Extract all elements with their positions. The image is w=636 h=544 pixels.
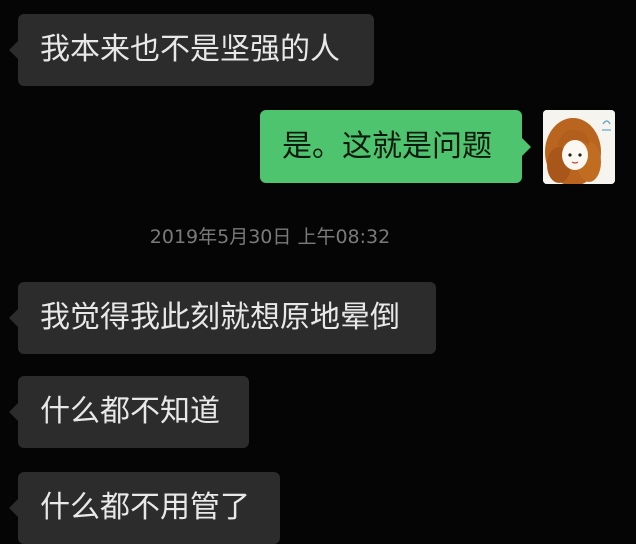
message-bubble-incoming[interactable]: 什么都不用管了 xyxy=(9,472,280,544)
message-text: 是。这就是问题 xyxy=(282,128,492,164)
message-text: 什么都不知道 xyxy=(40,394,220,429)
message-timestamp: 2019年5月30日 上午08:32 xyxy=(149,226,391,248)
user-avatar[interactable] xyxy=(543,110,615,184)
message-bubble-incoming[interactable]: 我本来也不是坚强的人 xyxy=(9,14,374,86)
message-bubble-incoming[interactable]: 我觉得我此刻就想原地晕倒 xyxy=(9,282,436,354)
avatar-girl-curly-hair-icon xyxy=(543,110,615,184)
message-text: 我本来也不是坚强的人 xyxy=(40,32,340,67)
message-bubble-incoming[interactable]: 什么都不知道 xyxy=(9,376,249,448)
chat-conversation: 我本来也不是坚强的人 是。这就是问题 2019年5月30日 上午08:32 我觉… xyxy=(0,0,636,544)
message-text: 我觉得我此刻就想原地晕倒 xyxy=(40,300,400,335)
message-bubble-outgoing[interactable]: 是。这就是问题 xyxy=(260,110,531,183)
message-text: 什么都不用管了 xyxy=(40,490,250,525)
